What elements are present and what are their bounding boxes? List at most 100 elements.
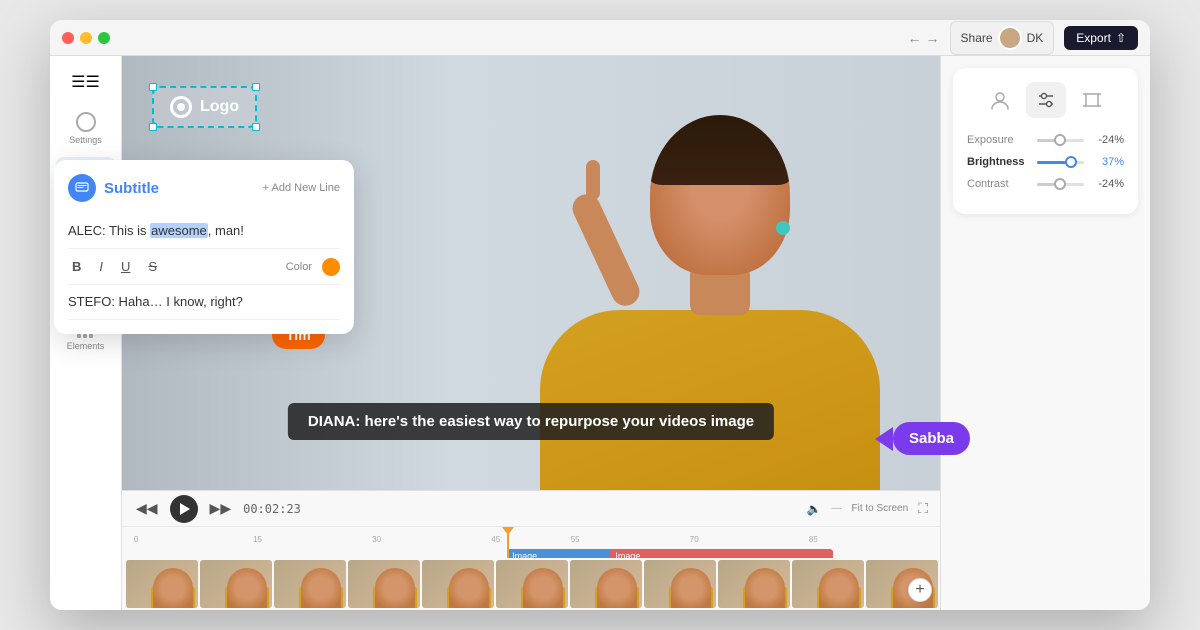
close-button[interactable] [62, 32, 74, 44]
thumbnail-6[interactable] [496, 560, 568, 608]
thumbnail-1[interactable] [126, 560, 198, 608]
add-track-button[interactable]: + [908, 578, 932, 602]
thumbnail-strip: + [122, 558, 940, 610]
text-toolbar: B I U S Color [68, 249, 340, 285]
sidebar-item-menu[interactable]: ☰ [56, 64, 116, 100]
person-icon [989, 89, 1011, 111]
subtitle-panel-icon [68, 174, 96, 202]
logo-target-center [177, 103, 185, 111]
resize-handle-br[interactable] [252, 123, 260, 131]
ruler-tick-45: 45 [491, 535, 500, 544]
sabba-bubble: Sabba [875, 422, 970, 455]
skip-back-button[interactable]: ◀◀ [134, 498, 160, 519]
playhead[interactable] [507, 531, 509, 558]
resize-handle-bl[interactable] [149, 123, 157, 131]
track-image-label: Image [512, 551, 537, 558]
underline-button[interactable]: U [117, 257, 134, 276]
color-label: Color [286, 261, 312, 273]
minimize-button[interactable] [80, 32, 92, 44]
crop-icon [1081, 89, 1103, 111]
subtitle-panel-title: Subtitle [104, 180, 255, 197]
export-button[interactable]: Export ⇧ [1064, 26, 1138, 50]
right-panel: Exposure -24% Brightness 37% [940, 56, 1150, 610]
expand-icon[interactable]: ⛶ [918, 500, 928, 517]
ruler-tick-85: 85 [809, 535, 818, 544]
forward-arrow[interactable]: → [926, 30, 940, 46]
brightness-slider[interactable] [1037, 161, 1084, 164]
volume-icon[interactable]: 🔈 [807, 502, 822, 516]
play-icon [180, 503, 190, 515]
tab-adjustments[interactable] [1026, 82, 1066, 118]
export-label: Export [1076, 31, 1111, 45]
menu-icon: ☰ [71, 72, 100, 92]
subtitle-line-1: ALEC: This is awesome, man! [68, 214, 340, 249]
share-label: Share [961, 31, 993, 45]
contrast-thumb[interactable] [1054, 178, 1066, 190]
thumbnail-4[interactable] [348, 560, 420, 608]
logo-target-icon [170, 96, 192, 118]
thumbnail-2[interactable] [200, 560, 272, 608]
sabba-arrow-icon [875, 427, 893, 451]
ruler-tick-70: 70 [690, 535, 699, 544]
add-new-line-button[interactable]: + Add New Line [263, 182, 340, 194]
subtitle-line-2: STEFO: Haha… I know, right? [68, 285, 340, 320]
exposure-label: Exposure [967, 134, 1029, 146]
back-arrow[interactable]: ← [908, 30, 922, 46]
title-bar-actions: ← → Share DK Export ⇧ [908, 21, 1138, 55]
timeline-ruler: 0 15 30 45 55 70 85 [134, 531, 928, 547]
spacer-dash: — [831, 503, 841, 514]
contrast-row: Contrast -24% [967, 178, 1124, 190]
resize-handle-tr[interactable] [252, 83, 260, 91]
skip-forward-button[interactable]: ▶▶ [208, 498, 234, 519]
adjustment-panel: Exposure -24% Brightness 37% [953, 68, 1138, 214]
thumbnail-8[interactable] [644, 560, 716, 608]
brightness-fill [1037, 161, 1066, 164]
contrast-slider[interactable] [1037, 183, 1084, 186]
exposure-slider[interactable] [1037, 139, 1084, 142]
ruler-tick-15: 15 [253, 535, 262, 544]
logo-element[interactable]: Logo [152, 86, 257, 128]
brightness-thumb[interactable] [1065, 156, 1077, 168]
brightness-row: Brightness 37% [967, 156, 1124, 168]
sidebar-settings-label: Settings [69, 135, 102, 145]
exposure-thumb[interactable] [1054, 134, 1066, 146]
thumbnail-7[interactable] [570, 560, 642, 608]
subtitle-panel-header: Subtitle + Add New Line [68, 174, 340, 202]
ruler-tick-30: 30 [372, 535, 381, 544]
thumbnail-9[interactable] [718, 560, 790, 608]
earring-left [776, 221, 790, 235]
playhead-indicator [502, 527, 514, 535]
track-image2-bar[interactable]: Image [610, 549, 832, 558]
maximize-button[interactable] [98, 32, 110, 44]
head [650, 115, 790, 275]
play-button[interactable] [170, 495, 198, 523]
track-row-0: Image Image [134, 549, 928, 558]
ruler-tick-0: 0 [134, 535, 138, 544]
share-button[interactable]: Share DK [950, 21, 1055, 55]
export-icon: ⇧ [1116, 31, 1126, 45]
brightness-label: Brightness [967, 156, 1029, 168]
subtitle-line-1-highlight: awesome [150, 223, 208, 238]
exposure-row: Exposure -24% [967, 134, 1124, 146]
subtitle-line-1-post: , man! [208, 223, 244, 238]
fit-screen-label[interactable]: Fit to Screen [851, 503, 908, 514]
italic-button[interactable]: I [95, 257, 107, 276]
resize-handle-tl[interactable] [149, 83, 157, 91]
sliders-icon [1035, 89, 1057, 111]
tab-crop[interactable] [1072, 82, 1112, 118]
contrast-value: -24% [1092, 178, 1124, 190]
contrast-fill [1037, 183, 1055, 186]
pointing-finger [586, 160, 600, 200]
thumbnail-3[interactable] [274, 560, 346, 608]
color-picker[interactable] [322, 258, 340, 276]
sidebar-item-settings[interactable]: Settings [56, 104, 116, 153]
strikethrough-button[interactable]: S [144, 257, 161, 276]
bold-button[interactable]: B [68, 257, 85, 276]
sabba-label: Sabba [893, 422, 970, 455]
thumbnail-5[interactable] [422, 560, 494, 608]
tab-person[interactable] [980, 82, 1020, 118]
track-image2-label: Image [615, 551, 640, 558]
brightness-value: 37% [1092, 156, 1124, 168]
thumbnail-10[interactable] [792, 560, 864, 608]
shirt [540, 310, 880, 490]
